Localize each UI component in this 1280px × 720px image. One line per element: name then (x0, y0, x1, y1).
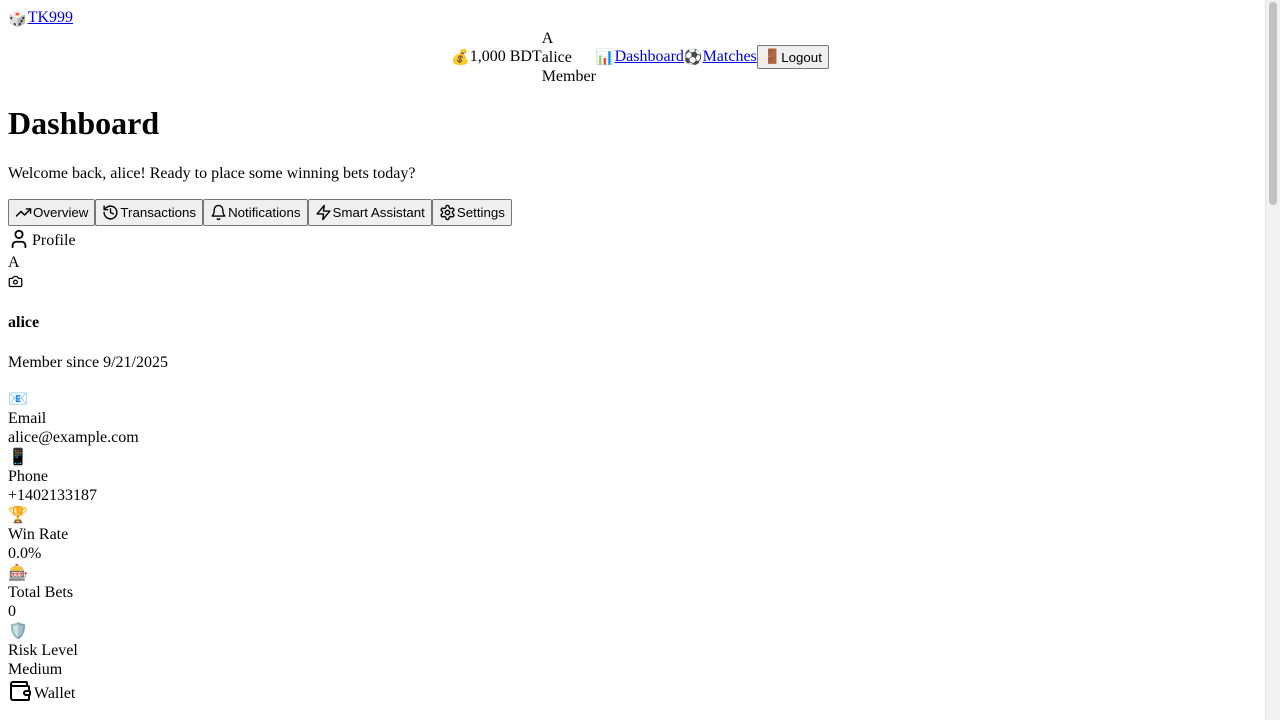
tab-notifications[interactable]: Notifications (203, 199, 308, 226)
tab-label: Smart Assistant (332, 205, 425, 220)
tab-smart-assistant[interactable]: Smart Assistant (307, 199, 432, 226)
stat-value: 0 (8, 603, 16, 620)
logout-button[interactable]: 🚪 Logout (756, 45, 829, 69)
avatar: A (541, 29, 554, 47)
brand-link[interactable]: 🎲TK999 (8, 9, 73, 27)
stat-value: +1402133187 (8, 487, 98, 504)
stat-email: 📧 Email alice@example.com (8, 389, 308, 447)
history-icon (102, 204, 120, 221)
money-bag-icon: 💰 (451, 47, 470, 66)
balance-display: 💰 1,000 BDT (451, 48, 542, 66)
trending-up-icon (15, 204, 33, 221)
page-scrollbar[interactable] (1265, 0, 1280, 720)
profile-username: alice (8, 314, 40, 331)
tab-settings[interactable]: Settings (431, 199, 512, 226)
stat-label: Email (8, 410, 47, 427)
stat-label: Phone (8, 468, 48, 485)
logout-label: Logout (781, 49, 822, 65)
door-icon: 🚪 (763, 49, 782, 65)
wallet-title: Wallet (34, 685, 76, 702)
profile-avatar: A (8, 254, 20, 271)
stat-label: Win Rate (8, 526, 69, 543)
stat-total-bets: 🎰 Total Bets 0 (8, 563, 308, 621)
dashboard-tabs: Overview Transactions Notifications Smar… (8, 199, 512, 226)
profile-title: Profile (32, 232, 76, 249)
stat-win-rate: 🏆 Win Rate 0.0% (8, 505, 308, 563)
camera-icon[interactable] (8, 274, 23, 294)
tab-label: Transactions (120, 205, 197, 220)
gear-icon (439, 204, 457, 221)
user-name: alice (541, 48, 572, 66)
nav-matches-link[interactable]: Matches (703, 48, 757, 66)
user-icon (8, 228, 32, 250)
tab-overview[interactable]: Overview (8, 199, 96, 226)
member-since: Member since 9/21/2025 (8, 354, 168, 371)
envelope-icon: 📧 (8, 389, 28, 408)
slot-machine-icon: 🎰 (8, 563, 28, 582)
profile-stats: 📧 Email alice@example.com 📱 Phone +14021… (8, 389, 308, 679)
wallet-icon (8, 679, 34, 703)
dashboard-page: 🎲TK999 💰 1,000 BDT A alice Member 📊 Dash… (0, 0, 1265, 720)
dice-icon: 🎲 (8, 10, 27, 28)
soccer-ball-icon: ⚽ (683, 47, 703, 66)
stat-value: alice@example.com (8, 429, 139, 446)
scrollbar-thumb[interactable] (1269, 2, 1277, 205)
stat-label: Risk Level (8, 642, 78, 659)
profile-heading: Profile (8, 228, 76, 250)
bar-chart-icon: 📊 (595, 47, 615, 66)
brand-name: TK999 (27, 9, 74, 26)
stat-risk-level: 🛡️ Risk Level Medium (8, 621, 308, 679)
trophy-icon: 🏆 (8, 505, 28, 524)
tab-transactions[interactable]: Transactions (95, 199, 204, 226)
nav-matches: ⚽ Matches (684, 48, 757, 66)
mobile-phone-icon: 📱 (8, 447, 28, 466)
shield-icon: 🛡️ (8, 621, 28, 640)
wallet-heading: Wallet (8, 679, 75, 703)
user-info: A alice Member (542, 29, 596, 86)
nav-dashboard: 📊 Dashboard (596, 48, 684, 66)
balance-amount: 1,000 BDT (469, 48, 542, 65)
page-title: Dashboard (8, 105, 160, 141)
stat-value: 0.0% (8, 545, 42, 562)
tab-label: Overview (33, 205, 89, 220)
tab-label: Notifications (228, 205, 301, 220)
lightning-icon (315, 204, 333, 221)
welcome-message: Welcome back, alice! Ready to place some… (8, 165, 416, 182)
header-bar: 💰 1,000 BDT A alice Member 📊 Dashboard ⚽… (451, 29, 829, 85)
user-role: Member (541, 67, 596, 85)
tab-label: Settings (456, 205, 505, 220)
nav-dashboard-link[interactable]: Dashboard (615, 48, 684, 66)
stat-label: Total Bets (8, 584, 74, 601)
stat-phone: 📱 Phone +1402133187 (8, 447, 308, 505)
bell-icon (210, 204, 228, 221)
stat-value: Medium (8, 661, 63, 678)
